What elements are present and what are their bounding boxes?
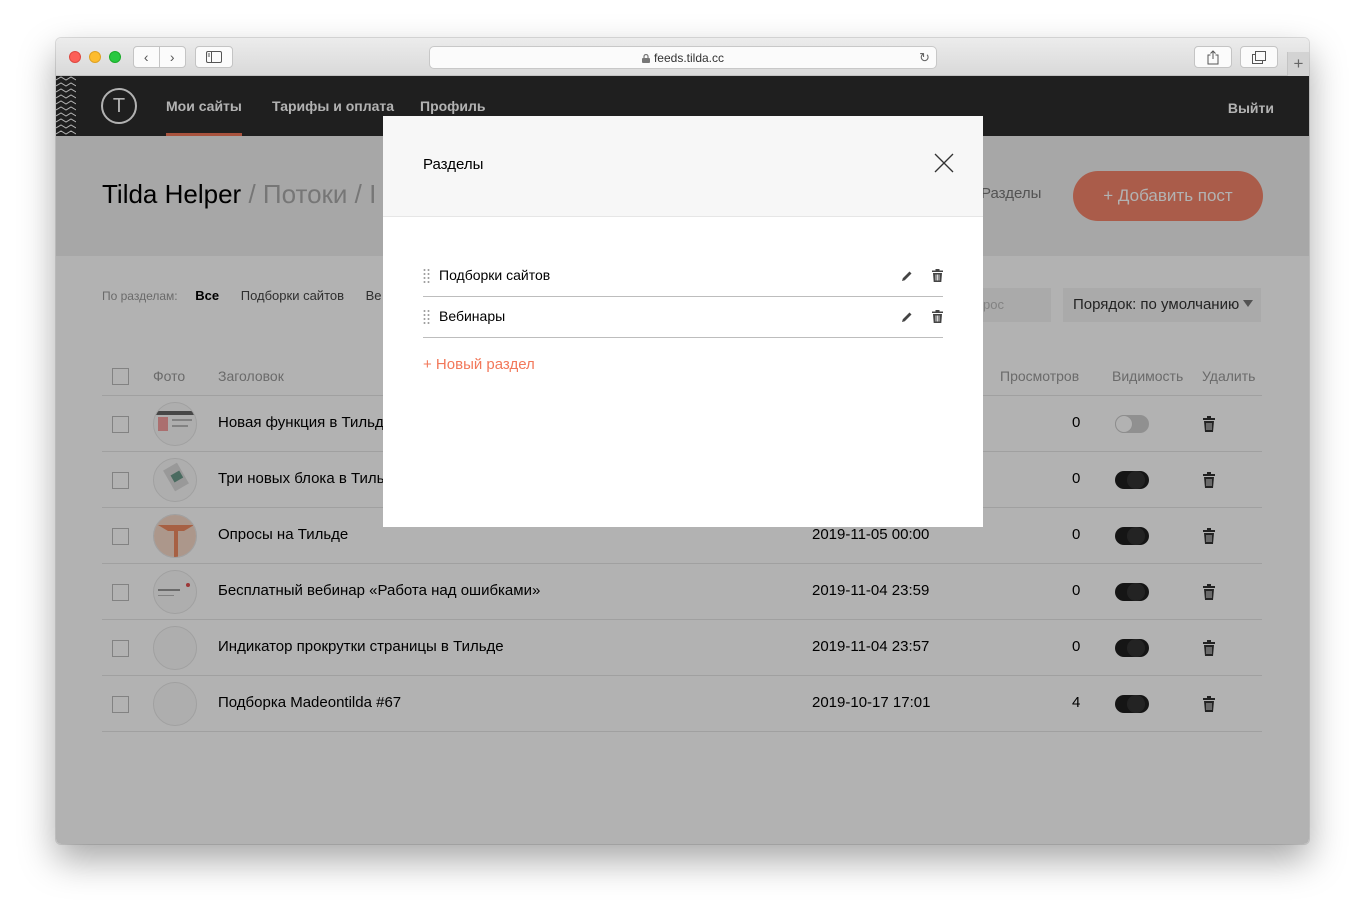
modal-header: Разделы xyxy=(383,116,983,217)
trash-icon[interactable] xyxy=(932,269,943,282)
address-bar[interactable]: feeds.tilda.cc ↻ xyxy=(429,46,937,69)
show-tabs-button[interactable] xyxy=(1240,46,1278,68)
trash-icon[interactable] xyxy=(932,310,943,323)
section-label: Подборки сайтов xyxy=(439,267,551,283)
close-window-button[interactable] xyxy=(69,51,81,63)
reload-icon[interactable]: ↻ xyxy=(919,50,930,66)
sidebar-toggle-button[interactable] xyxy=(195,46,233,68)
plus-icon: + xyxy=(1293,54,1304,73)
section-row[interactable]: Подборки сайтов xyxy=(423,256,943,297)
back-icon: ‹ xyxy=(143,49,149,65)
browser-toolbar: ‹ › feeds.tilda.cc ↻ + xyxy=(56,38,1309,76)
history-nav: ‹ › xyxy=(133,46,186,68)
share-button[interactable] xyxy=(1194,46,1232,68)
drag-handle-icon[interactable] xyxy=(423,309,430,325)
forward-icon: › xyxy=(169,49,175,65)
share-icon xyxy=(1207,49,1219,64)
zoom-window-button[interactable] xyxy=(109,51,121,63)
back-button[interactable]: ‹ xyxy=(134,47,160,67)
browser-window: ‹ › feeds.tilda.cc ↻ + T Мои сайты Тариф… xyxy=(56,38,1309,844)
forward-button[interactable]: › xyxy=(160,47,185,67)
sidebar-icon xyxy=(206,51,222,63)
section-row[interactable]: Вебинары xyxy=(423,297,943,338)
close-icon[interactable] xyxy=(933,152,955,174)
edit-pencil-icon[interactable] xyxy=(901,270,913,282)
tabs-icon xyxy=(1252,50,1266,64)
app-content: T Мои сайты Тарифы и оплата Профиль Выйт… xyxy=(56,76,1309,844)
section-label: Вебинары xyxy=(439,308,506,324)
edit-pencil-icon[interactable] xyxy=(901,311,913,323)
lock-icon xyxy=(641,54,650,63)
url-text: feeds.tilda.cc xyxy=(653,50,725,65)
new-tab-button[interactable]: + xyxy=(1287,52,1309,76)
minimize-window-button[interactable] xyxy=(89,51,101,63)
drag-handle-icon[interactable] xyxy=(423,268,430,284)
sections-modal: Разделы Подборки сайтов Вебинары + Новый… xyxy=(383,116,983,527)
modal-title: Разделы xyxy=(423,156,484,173)
new-section-button[interactable]: + Новый раздел xyxy=(423,356,535,373)
